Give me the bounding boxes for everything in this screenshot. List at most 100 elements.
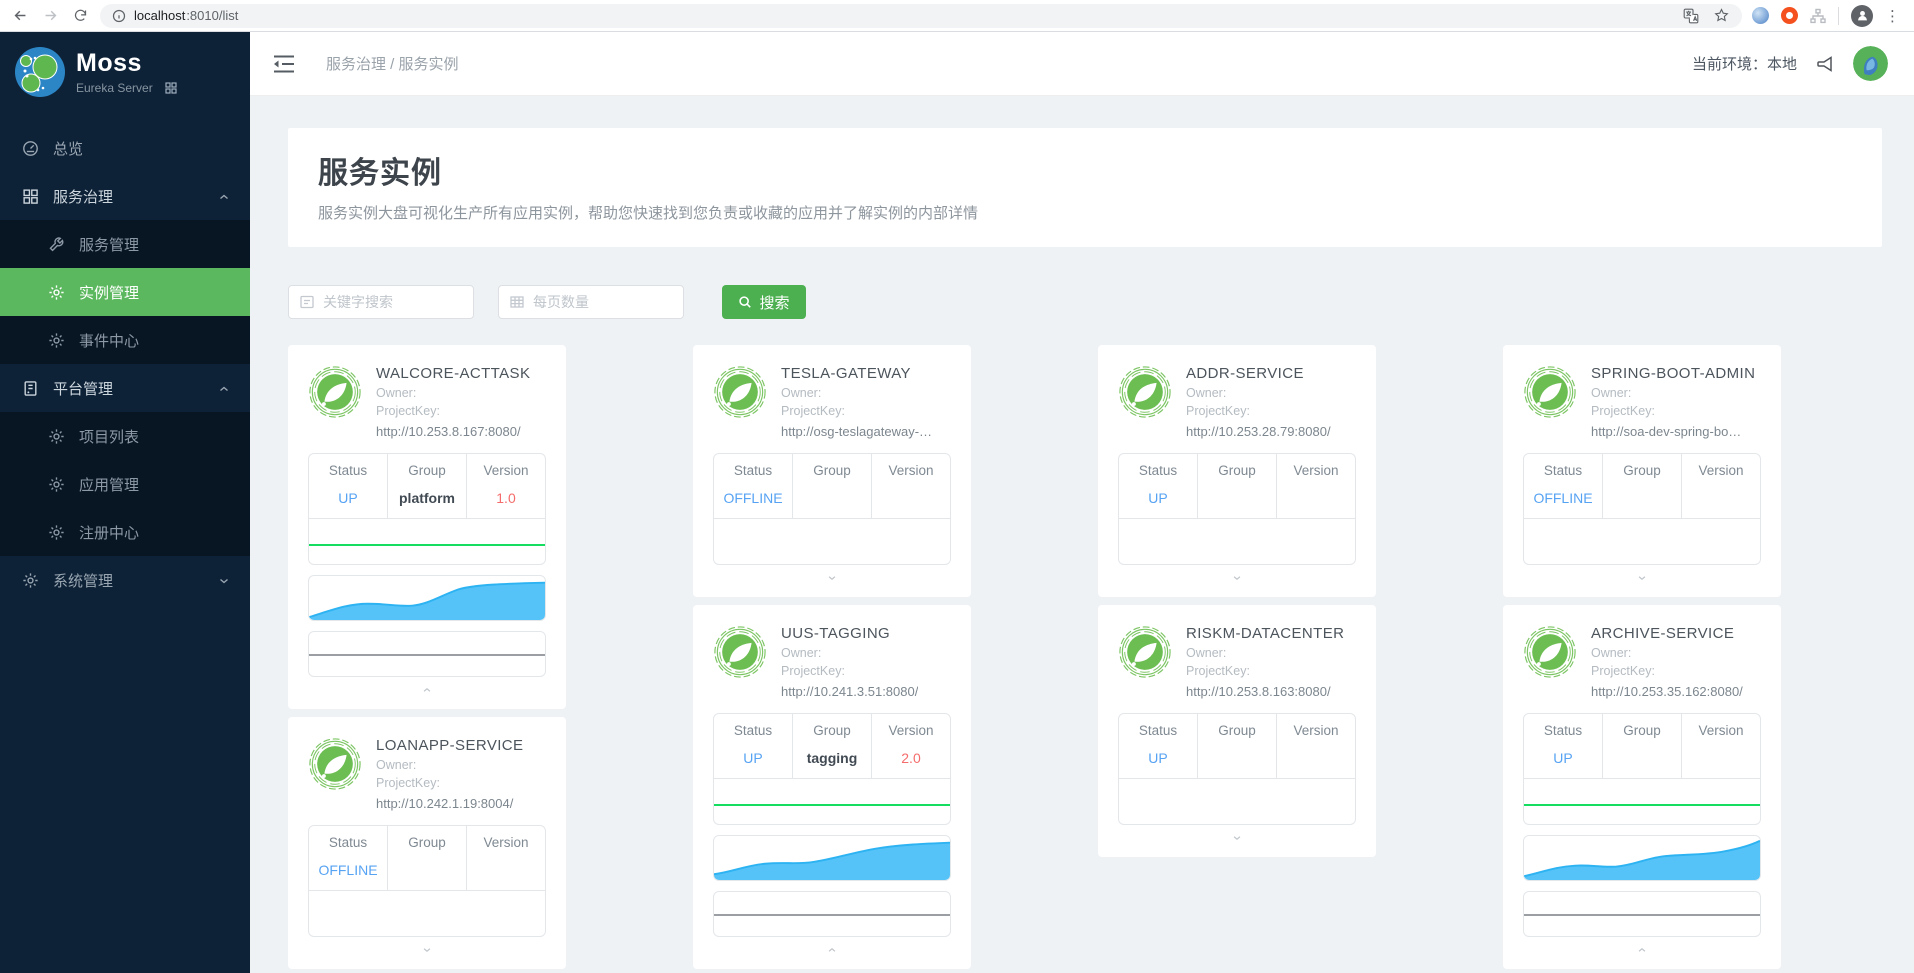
gear-icon [48,524,65,541]
spring-leaf-icon [713,365,767,419]
column-header: Group [388,454,467,482]
column-header: Version [1277,454,1355,482]
column-header: Status [1524,714,1603,742]
chevron-down-icon [1229,830,1245,848]
pagesize-input[interactable] [533,294,673,310]
breadcrumb[interactable]: 服务治理 / 服务实例 [326,53,459,74]
service-url[interactable]: http://10.253.28.79:8080/ [1186,424,1331,439]
service-url[interactable]: http://10.242.1.19:8004/ [376,796,523,811]
gear-icon [48,332,65,349]
spring-leaf-icon [308,365,362,419]
sidebar-item-label: 平台管理 [53,378,113,399]
card-expand-toggle[interactable] [1118,827,1356,851]
keyword-input-wrap [288,285,474,319]
qps-area-chart [1524,836,1760,880]
card-column-1: TESLA-GATEWAYOwner:ProjectKey:http://osg… [693,345,971,969]
status-value: UP [1524,742,1603,778]
service-name[interactable]: WALCORE-ACTTASK [376,365,530,382]
sidebar-item-4[interactable]: 事件中心 [0,316,250,364]
menu-kebab-icon[interactable]: ⋮ [1885,7,1900,25]
group-value [1603,742,1682,778]
service-url[interactable]: http://osg-teslagateway-… [781,424,932,439]
sidebar-item-5[interactable]: 平台管理 [0,364,250,412]
sidebar-item-label: 注册中心 [79,522,139,543]
card-collapse-toggle[interactable] [1523,939,1761,963]
sidebar-item-7[interactable]: 应用管理 [0,460,250,508]
status-line-chart [1524,778,1760,824]
card-expand-toggle[interactable] [713,567,951,591]
url-bar[interactable]: localhost:8010/list [100,4,1742,28]
group-value [1198,742,1277,778]
topbar: 服务治理 / 服务实例 当前环境：本地 [250,32,1914,96]
form-icon [299,294,315,310]
service-url[interactable]: http://10.253.35.162:8080/ [1591,684,1743,699]
pagesize-input-wrap [498,285,684,319]
card-header: RISKM-DATACENTEROwner:ProjectKey:http://… [1118,625,1356,699]
forward-icon[interactable] [40,6,60,26]
back-icon[interactable] [10,6,30,26]
sidebar-item-8[interactable]: 注册中心 [0,508,250,556]
service-name[interactable]: LOANAPP-SERVICE [376,737,523,754]
status-value: OFFLINE [714,482,793,518]
column-header: Group [388,826,467,854]
search-button[interactable]: 搜索 [722,285,806,319]
service-url[interactable]: http://10.253.8.163:8080/ [1186,684,1344,699]
version-value [1277,742,1355,778]
sidebar-item-3[interactable]: 实例管理 [0,268,250,316]
megaphone-icon[interactable] [1815,54,1835,74]
menu-fold-icon[interactable] [272,54,296,74]
column-header: Version [467,454,545,482]
refresh-icon[interactable] [70,6,90,26]
instance-table: StatusGroupVersionUP [1118,453,1356,565]
instance-table: StatusGroupVersionUP [1118,713,1356,825]
service-card: WALCORE-ACTTASKOwner:ProjectKey:http://1… [288,345,566,709]
sidebar: Moss Eureka Server 总览服务治理服务管理实例管理事件中心平台管… [0,32,250,973]
service-name[interactable]: TESLA-GATEWAY [781,365,932,382]
bookmark-star-icon[interactable] [1713,7,1730,24]
sidebar-item-2[interactable]: 服务管理 [0,220,250,268]
card-collapse-toggle[interactable] [713,939,951,963]
sidebar-item-0[interactable]: 总览 [0,124,250,172]
service-name[interactable]: ARCHIVE-SERVICE [1591,625,1743,642]
service-url[interactable]: http://10.253.8.167:8080/ [376,424,530,439]
card-expand-toggle[interactable] [1118,567,1356,591]
chevron-up-icon [419,682,435,700]
search-icon [738,295,752,309]
column-header: Status [714,714,793,742]
column-header: Version [872,454,950,482]
service-card: TESLA-GATEWAYOwner:ProjectKey:http://osg… [693,345,971,597]
extension-blue-icon[interactable] [1752,7,1769,24]
sidebar-item-9[interactable]: 系统管理 [0,556,250,604]
sidebar-item-label: 系统管理 [53,570,113,591]
service-card-grid: WALCORE-ACTTASKOwner:ProjectKey:http://1… [288,345,1882,969]
profile-icon[interactable] [1851,5,1873,27]
card-expand-toggle[interactable] [308,939,546,963]
user-avatar[interactable] [1853,46,1888,81]
group-value [388,854,467,890]
service-card: SPRING-BOOT-ADMINOwner:ProjectKey:http:/… [1503,345,1781,597]
service-url[interactable]: http://soa-dev-spring-bo… [1591,424,1755,439]
column-header: Group [793,454,872,482]
gear-icon [22,572,39,589]
gear-icon [48,428,65,445]
service-url[interactable]: http://10.241.3.51:8080/ [781,684,918,699]
traffic-chart-box [1523,835,1761,881]
spring-leaf-icon [1523,625,1577,679]
sidebar-item-1[interactable]: 服务治理 [0,172,250,220]
sidebar-item-6[interactable]: 项目列表 [0,412,250,460]
extension-sitemap-icon[interactable] [1810,8,1826,24]
version-value: 2.0 [872,742,950,778]
service-name[interactable]: ADDR-SERVICE [1186,365,1331,382]
translate-icon[interactable] [1683,8,1699,24]
qps-area-chart [714,836,950,880]
service-name[interactable]: SPRING-BOOT-ADMIN [1591,365,1755,382]
card-collapse-toggle[interactable] [308,679,546,703]
keyword-input[interactable] [323,294,463,310]
layout-grid-icon[interactable] [165,82,177,94]
service-name[interactable]: RISKM-DATACENTER [1186,625,1344,642]
service-name[interactable]: UUS-TAGGING [781,625,918,642]
spring-leaf-icon [1118,625,1172,679]
card-expand-toggle[interactable] [1523,567,1761,591]
extension-orange-icon[interactable] [1781,7,1798,24]
version-value [1682,742,1760,778]
